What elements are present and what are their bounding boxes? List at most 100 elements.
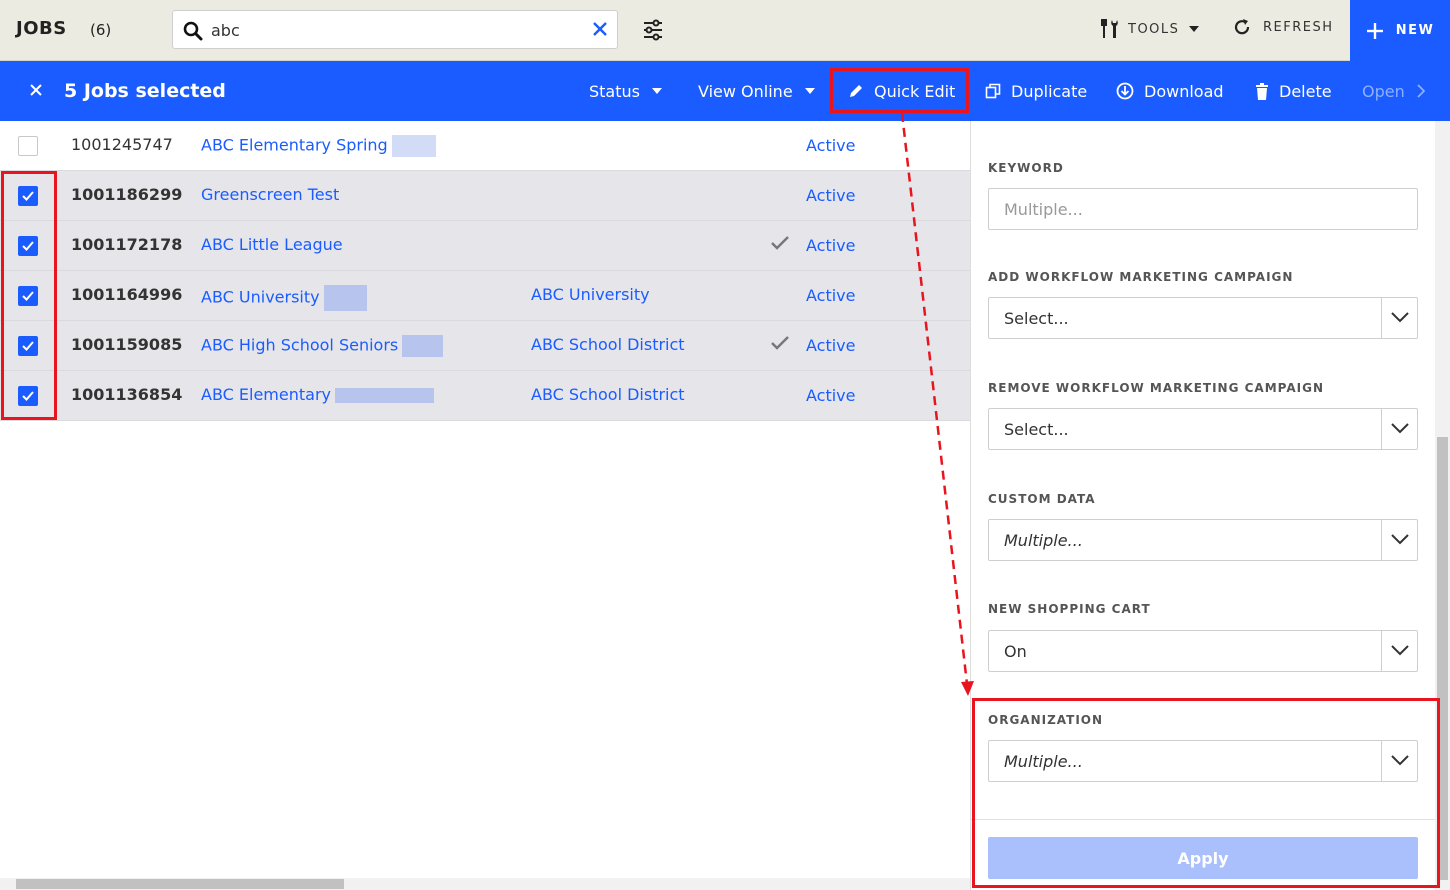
row-checkbox[interactable] — [18, 136, 38, 156]
job-name-text: ABC University — [201, 287, 320, 307]
job-name-link[interactable]: ABC High School Seniors — [201, 335, 444, 357]
scrollbar-thumb[interactable] — [16, 879, 344, 889]
new-button[interactable]: NEW — [1350, 0, 1450, 61]
jobs-table: 1001245747 ABC Elementary Spring Active … — [0, 121, 970, 421]
chevron-down-icon — [1391, 312, 1409, 323]
chevron-down-icon — [1391, 534, 1409, 545]
view-online-dropdown[interactable]: View Online — [698, 61, 815, 121]
organization-link[interactable]: ABC University — [531, 285, 650, 304]
shopping-cart-label: NEW SHOPPING CART — [988, 602, 1151, 616]
table-row[interactable]: 1001159085 ABC High School Seniors ABC S… — [0, 321, 970, 371]
redacted-block — [402, 335, 444, 357]
status-label: Status — [589, 81, 640, 101]
redacted-block — [335, 388, 434, 403]
shopping-cart-value: On — [1004, 642, 1027, 661]
download-button[interactable]: Download — [1116, 61, 1224, 121]
organization-highlight — [972, 698, 1440, 888]
tools-label: TOOLS — [1128, 21, 1180, 37]
job-id: 1001159085 — [71, 335, 183, 354]
duplicate-icon — [985, 83, 1001, 99]
status-link[interactable]: Active — [806, 136, 856, 155]
job-name-link[interactable]: ABC Elementary Spring — [201, 135, 436, 157]
job-name-text: ABC High School Seniors — [201, 335, 399, 355]
chevron-right-icon — [1417, 84, 1425, 98]
plus-icon — [1366, 22, 1383, 39]
table-row[interactable]: 1001172178 ABC Little League Active — [0, 221, 970, 271]
download-icon — [1116, 82, 1134, 100]
job-name-text: ABC Elementary Spring — [201, 135, 388, 155]
table-row[interactable]: 1001136854 ABC Elementary ABC School Dis… — [0, 371, 970, 421]
job-id: 1001164996 — [71, 285, 183, 304]
clear-search-icon[interactable] — [591, 20, 609, 38]
status-link[interactable]: Active — [806, 286, 856, 305]
job-id: 1001186299 — [71, 185, 183, 204]
organization-link[interactable]: ABC School District — [531, 335, 685, 354]
tools-menu-button[interactable]: TOOLS — [1100, 18, 1200, 40]
keyword-field[interactable]: Multiple... — [988, 188, 1418, 230]
open-label: Open — [1362, 81, 1405, 101]
download-label: Download — [1144, 81, 1224, 101]
quick-edit-highlight — [830, 68, 969, 113]
remove-campaign-label: REMOVE WORKFLOW MARKETING CAMPAIGN — [988, 381, 1324, 395]
table-row[interactable]: 1001164996 ABC University ABC University… — [0, 271, 970, 321]
horizontal-scrollbar[interactable] — [0, 878, 970, 890]
status-dropdown[interactable]: Status — [589, 61, 662, 121]
redacted-block — [391, 135, 436, 157]
status-link[interactable]: Active — [806, 236, 856, 255]
selection-bar: 5 Jobs selected Status View Online Quick… — [0, 61, 1450, 121]
open-button[interactable]: Open — [1362, 61, 1425, 121]
dropdown-toggle[interactable] — [1381, 520, 1417, 560]
duplicate-label: Duplicate — [1011, 81, 1088, 101]
refresh-label: REFRESH — [1263, 19, 1334, 35]
search-box[interactable] — [172, 10, 618, 49]
custom-data-value: Multiple... — [1004, 531, 1083, 550]
status-link[interactable]: Active — [806, 186, 856, 205]
add-campaign-label: ADD WORKFLOW MARKETING CAMPAIGN — [988, 270, 1294, 284]
refresh-button[interactable]: REFRESH — [1233, 18, 1334, 36]
dropdown-toggle[interactable] — [1381, 409, 1417, 449]
delete-button[interactable]: Delete — [1255, 61, 1332, 121]
close-selection-icon[interactable] — [29, 83, 43, 97]
duplicate-button[interactable]: Duplicate — [985, 61, 1087, 121]
shopping-cart-select[interactable]: On — [988, 630, 1418, 672]
refresh-icon — [1234, 19, 1250, 35]
check-icon — [771, 336, 789, 350]
redacted-block — [323, 285, 367, 311]
job-name-text: ABC Elementary — [201, 385, 331, 404]
job-name-link[interactable]: ABC University — [201, 285, 367, 311]
dropdown-toggle[interactable] — [1381, 298, 1417, 338]
selected-count: 5 Jobs selected — [64, 80, 226, 102]
chevron-down-icon — [1189, 26, 1200, 32]
job-name-link[interactable]: ABC Elementary — [201, 385, 434, 404]
table-row[interactable]: 1001245747 ABC Elementary Spring Active — [0, 121, 970, 171]
custom-data-select[interactable]: Multiple... — [988, 519, 1418, 561]
remove-campaign-select[interactable]: Select... — [988, 408, 1418, 450]
view-online-label: View Online — [698, 81, 793, 101]
delete-label: Delete — [1279, 81, 1332, 101]
add-campaign-value: Select... — [1004, 309, 1069, 328]
chevron-down-icon — [651, 88, 662, 94]
job-name-link[interactable]: ABC Little League — [201, 235, 343, 254]
page-title: JOBS — [16, 18, 67, 39]
check-icon — [771, 236, 789, 250]
organization-link[interactable]: ABC School District — [531, 385, 685, 404]
table-row[interactable]: 1001186299 Greenscreen Test Active — [0, 171, 970, 221]
add-campaign-select[interactable]: Select... — [988, 297, 1418, 339]
chevron-down-icon — [1391, 423, 1409, 434]
job-id: 1001136854 — [71, 385, 183, 404]
job-name-link[interactable]: Greenscreen Test — [201, 185, 339, 204]
dropdown-toggle[interactable] — [1381, 631, 1417, 671]
status-link[interactable]: Active — [806, 386, 856, 405]
keyword-label: KEYWORD — [988, 161, 1064, 175]
checkbox-highlight — [1, 171, 57, 420]
top-bar: JOBS (6) TOOLS REFRESH NEW — [0, 0, 1450, 61]
job-id: 1001172178 — [71, 235, 183, 254]
tools-icon — [1101, 19, 1118, 38]
keyword-placeholder: Multiple... — [1004, 200, 1083, 219]
search-input[interactable] — [211, 19, 571, 41]
jobs-count: (6) — [90, 21, 112, 39]
remove-campaign-value: Select... — [1004, 420, 1069, 439]
search-icon — [183, 21, 203, 41]
filter-settings-icon[interactable] — [642, 19, 664, 41]
status-link[interactable]: Active — [806, 336, 856, 355]
